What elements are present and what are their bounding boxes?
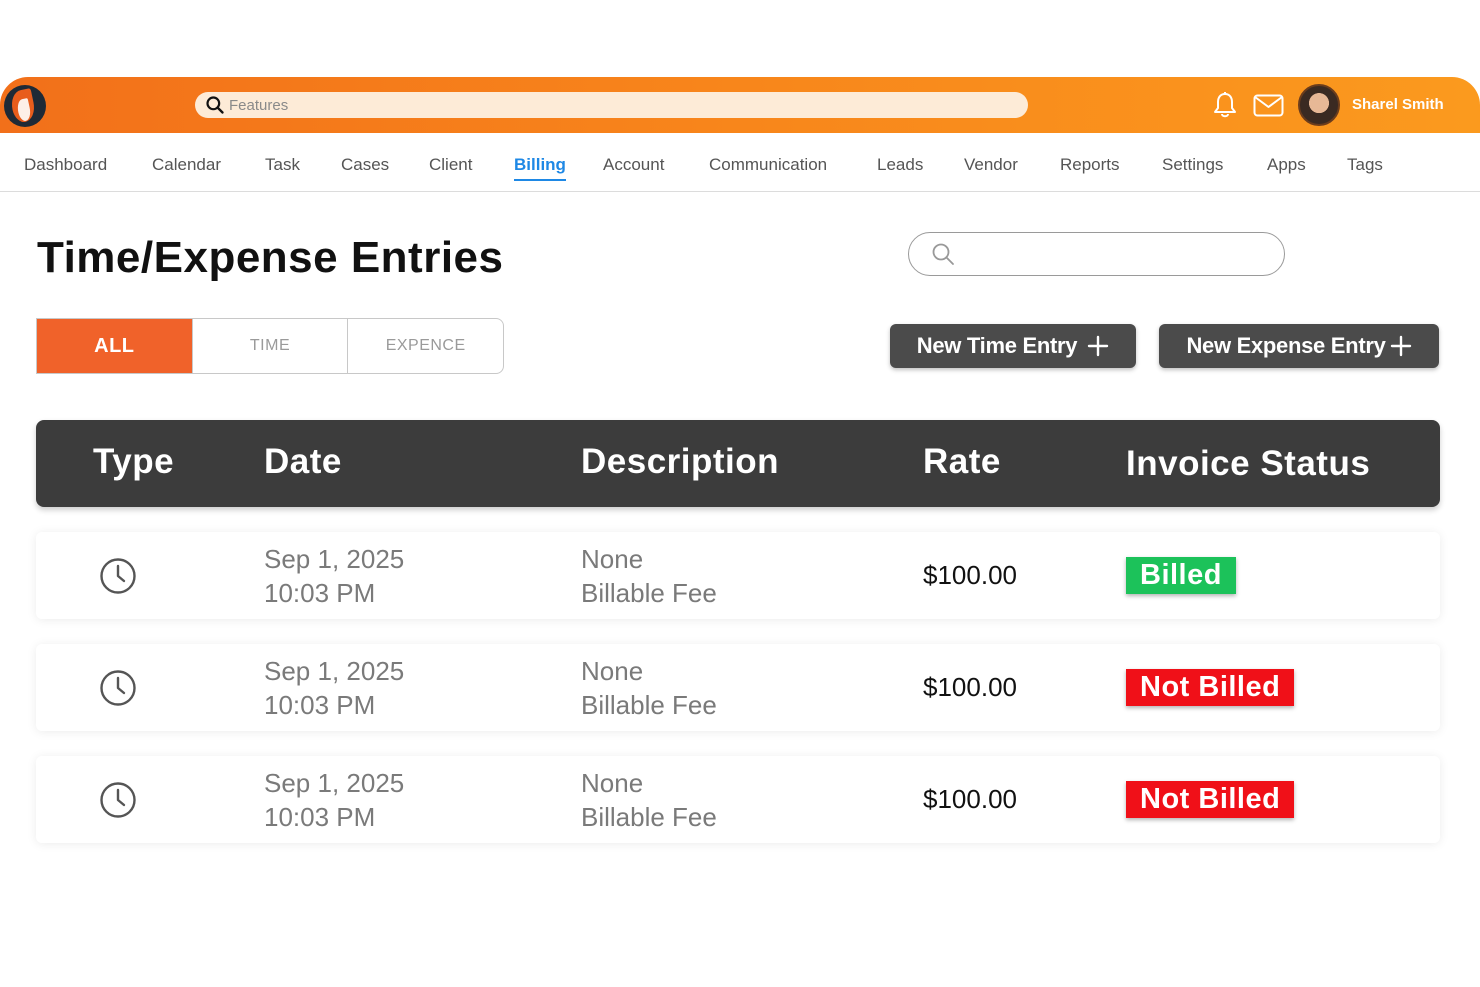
tab-expence[interactable]: EXPENCE [348,319,503,373]
column-header-rate[interactable]: Rate [923,442,1001,482]
entry-date-day: Sep 1, 2025 [264,656,405,686]
nav-item-settings[interactable]: Settings [1162,155,1223,179]
new-time-entry-label: New Time Entry [916,333,1078,358]
entry-description: None Billable Fee [581,654,717,722]
entry-date: Sep 1, 2025 10:03 PM [264,654,404,722]
clock-icon [100,782,136,818]
filter-tabs: ALL TIME EXPENCE [36,318,504,374]
entry-date-day: Sep 1, 2025 [264,544,405,574]
entry-date: Sep 1, 2025 10:03 PM [264,542,404,610]
entry-description-line1: None [581,656,644,686]
new-expense-entry-label: New Expense Entry [1186,333,1386,358]
entry-date-day: Sep 1, 2025 [264,768,405,798]
entry-date-time: 10:03 PM [264,802,376,832]
nav-item-tags[interactable]: Tags [1347,155,1383,179]
entries-search-input[interactable] [963,245,1263,263]
table-row[interactable]: Sep 1, 2025 10:03 PM None Billable Fee $… [36,532,1440,619]
status-badge: Billed [1126,557,1236,594]
nav-item-client[interactable]: Client [429,155,472,179]
avatar[interactable] [1298,84,1340,126]
nav-item-account[interactable]: Account [603,155,664,179]
column-header-date[interactable]: Date [264,442,342,482]
username[interactable]: Sharel Smith [1352,96,1444,113]
table-row[interactable]: Sep 1, 2025 10:03 PM None Billable Fee $… [36,756,1440,843]
entry-description-line2: Billable Fee [581,690,717,720]
entry-rate: $100.00 [923,784,1017,814]
entry-description-line1: None [581,544,644,574]
clock-icon [100,558,136,594]
table-header: Type Date Description Rate Invoice Statu… [36,420,1440,507]
plus-icon [1390,335,1411,357]
entry-rate: $100.00 [923,560,1017,590]
entry-description-line2: Billable Fee [581,578,717,608]
nav-item-leads[interactable]: Leads [877,155,923,179]
global-search-input[interactable] [229,96,929,114]
global-search[interactable] [195,92,1028,118]
table-row[interactable]: Sep 1, 2025 10:03 PM None Billable Fee $… [36,644,1440,731]
clock-icon [100,670,136,706]
entry-date-time: 10:03 PM [264,690,376,720]
top-bar: Sharel Smith [0,77,1480,133]
main-nav: Dashboard Calendar Task Cases Client Bil… [0,133,1480,192]
new-time-entry-button[interactable]: New Time Entry [890,324,1136,368]
tab-time[interactable]: TIME [193,319,349,373]
plus-icon [1088,335,1109,357]
nav-item-apps[interactable]: Apps [1267,155,1306,179]
nav-item-communication[interactable]: Communication [709,155,827,179]
bell-icon[interactable] [1212,91,1238,119]
entry-description-line2: Billable Fee [581,802,717,832]
nav-item-calendar[interactable]: Calendar [152,155,221,179]
nav-item-cases[interactable]: Cases [341,155,389,179]
column-header-description[interactable]: Description [581,442,779,482]
column-header-invoice-status[interactable]: Invoice Status [1126,444,1370,484]
page-title: Time/Expense Entries [37,233,504,282]
nav-item-billing[interactable]: Billing [514,155,566,181]
entry-date: Sep 1, 2025 10:03 PM [264,766,404,834]
mail-icon[interactable] [1253,94,1284,117]
app-logo[interactable] [4,85,46,127]
nav-item-dashboard[interactable]: Dashboard [24,155,107,179]
search-icon [206,96,224,114]
status-badge: Not Billed [1126,669,1295,706]
nav-item-vendor[interactable]: Vendor [964,155,1018,179]
entry-description: None Billable Fee [581,766,717,834]
entries-search[interactable] [908,232,1285,276]
status-badge: Not Billed [1126,781,1295,818]
entry-date-time: 10:03 PM [264,578,376,608]
nav-item-task[interactable]: Task [265,155,300,179]
new-expense-entry-button[interactable]: New Expense Entry [1159,324,1439,368]
tab-all[interactable]: ALL [37,319,193,373]
search-icon [932,243,954,265]
column-header-type[interactable]: Type [93,442,174,482]
entry-description-line1: None [581,768,644,798]
nav-item-reports[interactable]: Reports [1060,155,1120,179]
entry-description: None Billable Fee [581,542,717,610]
entry-rate: $100.00 [923,672,1017,702]
